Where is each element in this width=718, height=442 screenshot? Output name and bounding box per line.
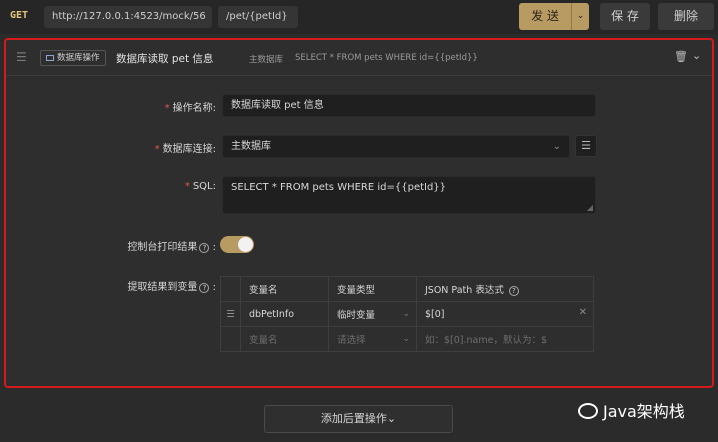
variable-table: 变量名 变量类型 JSON Path 表达式 ? ☰ dbPetInfo 临时变… <box>220 276 594 352</box>
trash-icon[interactable]: 🗑 <box>674 50 688 63</box>
db-list-icon[interactable]: ☰ <box>575 135 597 157</box>
sql-textarea[interactable]: SELECT * FROM pets WHERE id={{petId}} ◢ <box>222 176 596 214</box>
close-icon[interactable]: ✕ <box>579 307 587 318</box>
json-path-cell[interactable]: $[0] ✕ <box>416 301 594 327</box>
operation-type-tag: 数据库操作 <box>40 50 106 66</box>
col-header-name: 变量名 <box>240 276 329 302</box>
monitor-icon <box>46 55 54 61</box>
resize-handle-icon[interactable]: ◢ <box>587 203 593 212</box>
step-db-name: 主数据库 <box>249 55 284 65</box>
step-sql-preview: SELECT * FROM pets WHERE id={{petId}} <box>295 53 478 63</box>
http-method[interactable]: GET <box>10 10 28 21</box>
db-conn-select[interactable]: 主数据库 ⌄ <box>222 135 570 158</box>
url-path-input[interactable]: /pet/{petId} <box>218 6 298 28</box>
chevron-down-icon: ⌄ <box>552 141 561 152</box>
delete-button[interactable]: 删除 <box>658 3 714 30</box>
url-host-input[interactable]: http://127.0.0.1:4523/mock/56 <box>44 6 212 28</box>
col-header-type: 变量类型 <box>328 276 417 302</box>
help-icon[interactable]: ? <box>199 243 210 253</box>
panel-header[interactable]: ☰ 数据库操作 数据库读取 pet 信息 主数据库 SELECT * FROM … <box>6 40 712 76</box>
print-result-toggle[interactable] <box>220 236 254 253</box>
wechat-icon <box>578 403 598 419</box>
watermark: Java架构栈 <box>578 398 685 422</box>
var-name-cell[interactable]: dbPetInfo <box>240 301 329 327</box>
op-name-input[interactable]: 数据库读取 pet 信息 <box>222 94 596 117</box>
chevron-down-icon[interactable]: ⌄ <box>692 49 701 62</box>
print-result-label: 控制台打印结果? : <box>127 242 216 253</box>
request-bar: GET http://127.0.0.1:4523/mock/56 /pet/{… <box>0 0 718 34</box>
json-path-placeholder[interactable]: 如：$[0].name，默认为：$ <box>416 326 594 352</box>
step-title: 数据库读取 pet 信息 <box>116 53 214 65</box>
add-post-operation-button[interactable]: 添加后置操作⌄ <box>264 405 453 433</box>
chevron-down-icon: ⌄ <box>402 309 410 319</box>
help-icon[interactable]: ? <box>199 283 210 293</box>
help-icon[interactable]: ? <box>508 286 519 296</box>
send-dropdown-icon[interactable]: ⌄ <box>571 3 589 30</box>
chevron-down-icon: ⌄ <box>386 412 397 425</box>
chevron-down-icon: ⌄ <box>402 334 410 344</box>
drag-handle-icon[interactable]: ☰ <box>16 50 27 64</box>
sql-label: * SQL: <box>184 181 216 192</box>
var-type-placeholder[interactable]: 请选择 ⌄ <box>328 326 417 352</box>
db-operation-panel: ☰ 数据库操作 数据库读取 pet 信息 主数据库 SELECT * FROM … <box>4 38 714 388</box>
table-row-empty: 变量名 请选择 ⌄ 如：$[0].name，默认为：$ <box>220 326 594 352</box>
operation-type-label: 数据库操作 <box>57 53 100 63</box>
col-header-path: JSON Path 表达式 ? <box>416 276 594 302</box>
table-header-row: 变量名 变量类型 JSON Path 表达式 ? <box>220 276 594 302</box>
toggle-knob <box>238 237 253 252</box>
op-name-label: * 操作名称: <box>164 103 216 114</box>
var-name-placeholder[interactable]: 变量名 <box>240 326 329 352</box>
save-button[interactable]: 保 存 <box>600 3 650 30</box>
extract-result-label: 提取结果到变量? : <box>127 282 216 293</box>
send-button[interactable]: 发 送 <box>519 3 571 30</box>
db-conn-label: * 数据库连接: <box>154 144 216 155</box>
row-drag-icon[interactable]: ☰ <box>220 301 241 327</box>
table-row: ☰ dbPetInfo 临时变量 ⌄ $[0] ✕ <box>220 301 594 327</box>
var-type-cell[interactable]: 临时变量 ⌄ <box>328 301 417 327</box>
